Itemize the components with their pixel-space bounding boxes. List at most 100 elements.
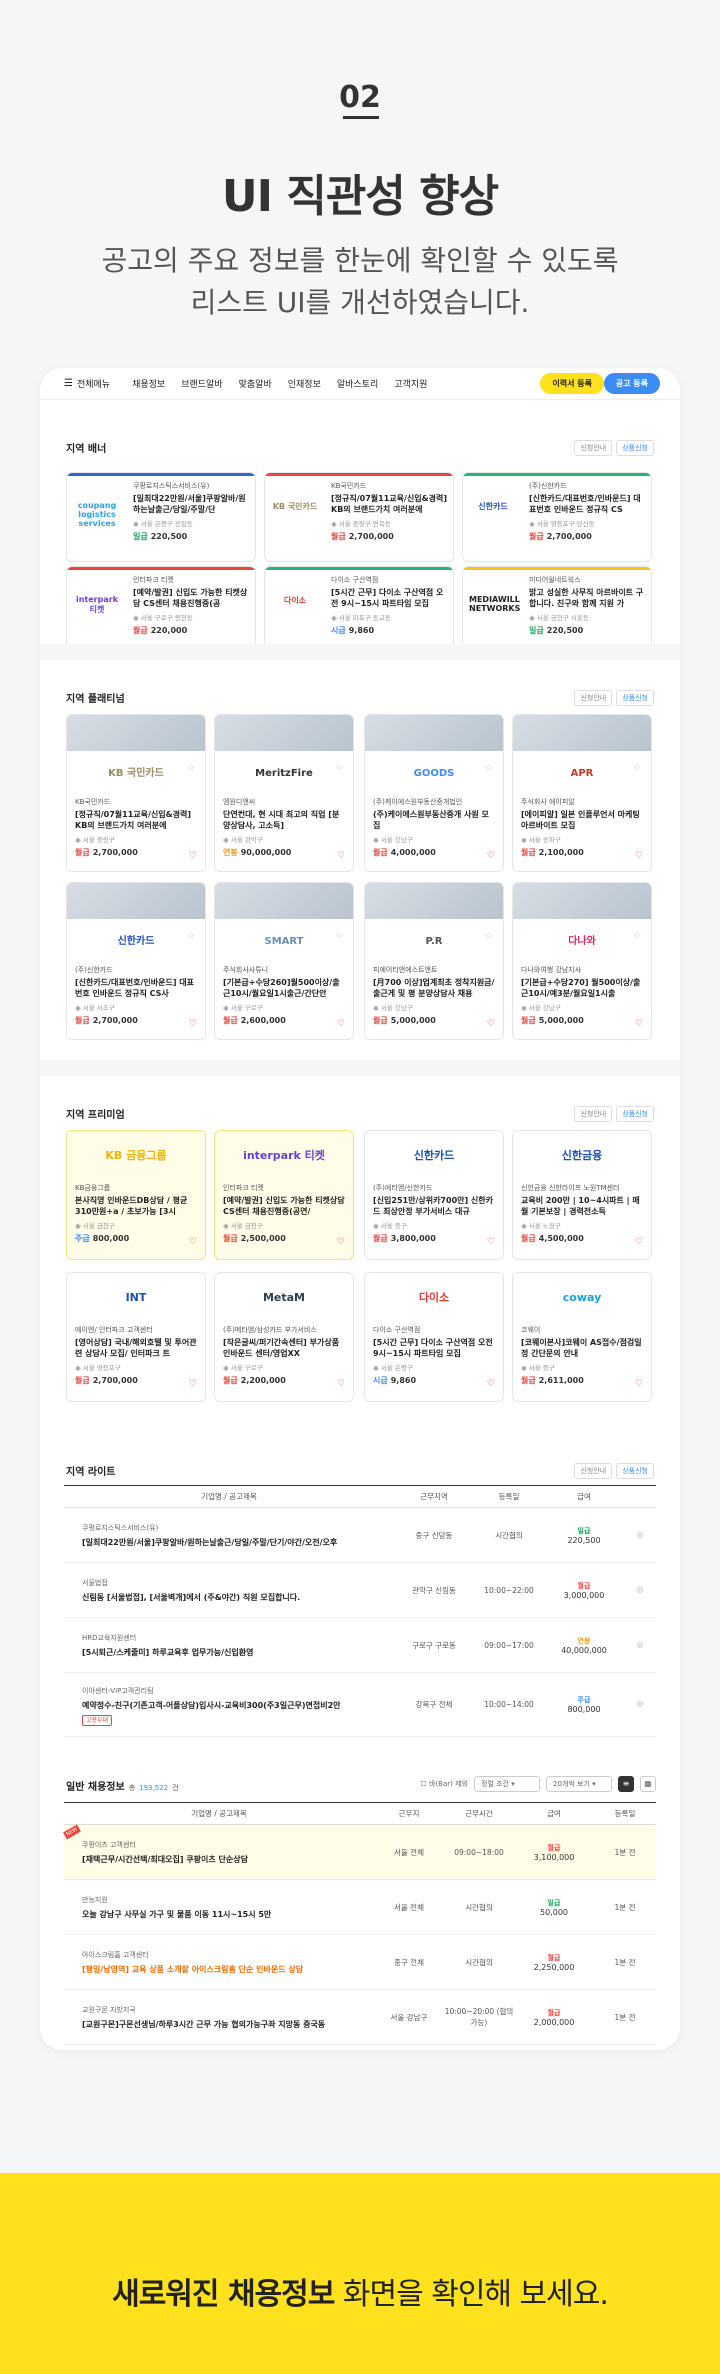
- star-icon[interactable]: ☆: [485, 763, 493, 773]
- lite-table-row[interactable]: HRD교육지원센터 [5시퇴근/스케줄미] 하루교육후 업무가능/신입환영 구로…: [64, 1617, 656, 1673]
- job-title[interactable]: [신한카드/대표번호/인바운드] 대표번호 인바운드 정규직 CS: [529, 493, 645, 515]
- job-title[interactable]: 교육비 200만 | 10~4시파트 | 매월 기본보장 | 경력전소득: [521, 1195, 643, 1217]
- platinum-card[interactable]: SMART ☆ 주식회사사튜니 [기본급+수당260]월500이상/출근10시/…: [214, 882, 354, 1040]
- heart-icon[interactable]: ♡: [635, 1019, 643, 1029]
- banner-card[interactable]: MEDIAWILL NETWORKS 미디어윌네트웍스 밝고 성실한 사무직 아…: [462, 566, 652, 656]
- general-table-row[interactable]: 교원구몬 지방지국 [교원구몬]구몬선생님/하루3시간 근무 가능 협의가능구좌…: [64, 1989, 656, 2045]
- register-resume-button[interactable]: 이력서 등록: [540, 373, 604, 394]
- heart-icon[interactable]: ♡: [635, 1237, 643, 1247]
- job-title[interactable]: [영어상담] 국내/해외호텔 및 투어관련 상담사 모집/ 인터파크 트: [75, 1337, 197, 1359]
- nav-item-custom[interactable]: 맞춤알바: [239, 377, 272, 390]
- job-title[interactable]: [기본급+수당260]월500이상/출근10시/월요일1시출근/간단안: [223, 977, 345, 999]
- heart-icon[interactable]: ♡: [635, 851, 643, 861]
- job-title[interactable]: [에이피알] 일본 인플루언서 마케팅 아르바이트 모집: [521, 809, 643, 831]
- job-title[interactable]: 본사직영 인바운드DB상담 / 평균310만원+a / 초보가능 [3시: [75, 1195, 197, 1217]
- banner-card[interactable]: 신한카드 (주)신한카드 [신한카드/대표번호/인바운드] 대표번호 인바운드 …: [462, 472, 652, 562]
- star-icon[interactable]: ☆: [633, 763, 641, 773]
- job-title[interactable]: [일최대22만원/서울]쿠팡알바/원하는날출근/당일/주말/단: [133, 493, 249, 515]
- heart-icon[interactable]: ♡: [189, 851, 197, 861]
- job-title[interactable]: [코웨이본사]코웨이 AS접수/점검일정 간단문의 안내: [521, 1337, 643, 1359]
- apply-info-button[interactable]: 신청안내: [574, 1463, 613, 1479]
- nav-item-talent[interactable]: 인재정보: [288, 377, 321, 390]
- per-page-select[interactable]: 20개씩 보기 ▾: [546, 1776, 612, 1792]
- star-icon[interactable]: ☆: [187, 763, 195, 773]
- apply-info-button[interactable]: 신청안내: [574, 690, 613, 706]
- platinum-card[interactable]: KB 국민카드 ☆ KB국민카드 [정규직/07월11교육/신입&경력] KB의…: [66, 714, 206, 872]
- sort-select[interactable]: 정렬 조건 ▾: [474, 1776, 540, 1792]
- job-title[interactable]: [예약/발권] 신입도 가능한 티켓상담 CS센터 채용진행중(공연/: [223, 1195, 345, 1217]
- lite-table-row[interactable]: 서울법접 신림동 [서울법접], [서울벽개]에서 (주&야간) 직원 모집합니…: [64, 1562, 656, 1618]
- nav-item-story[interactable]: 알바스토리: [337, 377, 378, 390]
- heart-icon[interactable]: ♡: [337, 1019, 345, 1029]
- premium-card[interactable]: interpark 티켓 인터파크 티켓 [예약/발권] 신입도 가능한 티켓상…: [214, 1130, 354, 1260]
- nav-item-support[interactable]: 고객지원: [394, 377, 427, 390]
- heart-icon[interactable]: ♡: [337, 851, 345, 861]
- star-icon[interactable]: ☆: [335, 931, 343, 941]
- job-title[interactable]: [재택근무/시간선택/최대오집] 쿠팡이츠 단순상담: [82, 1854, 374, 1865]
- star-icon[interactable]: ☆: [485, 931, 493, 941]
- job-title[interactable]: [예약/발권] 신입도 가능한 티켓상담 CS센터 채용진행중(공: [133, 587, 249, 609]
- premium-card[interactable]: INT 에이엔/ 인터파크 고객센터 [영어상담] 국내/해외호텔 및 투어관련…: [66, 1272, 206, 1402]
- job-title[interactable]: [일최대22만원/서울]쿠팡알바/원하는날출근/당일/주말/단기/야간/오전/오…: [82, 1537, 394, 1548]
- product-apply-button[interactable]: 상품신청: [616, 1106, 654, 1122]
- product-apply-button[interactable]: 상품신청: [616, 690, 654, 706]
- exclude-bar-checkbox[interactable]: ☐ 바(Bar) 제외: [421, 1779, 469, 1789]
- job-title[interactable]: [5시퇴근/스케줄미] 하루교육후 업무가능/신입환영: [82, 1647, 394, 1658]
- heart-icon[interactable]: ♡: [337, 1237, 345, 1247]
- heart-icon[interactable]: ♡: [487, 1019, 495, 1029]
- job-title[interactable]: [신한카드/대표번호/인바운드] 대표번호 인바운드 정규직 CS사: [75, 977, 197, 999]
- nav-all-menu[interactable]: 전체메뉴: [77, 377, 110, 390]
- nav-item-jobs[interactable]: 채용정보: [132, 377, 165, 390]
- star-icon[interactable]: ☆: [187, 931, 195, 941]
- nav-item-brand[interactable]: 브랜드알바: [181, 377, 222, 390]
- heart-icon[interactable]: ♡: [487, 851, 495, 861]
- job-title[interactable]: 예약정수-친구(기존고객-어플상담)입사시-교육비300(주3일근무)면접비2만: [82, 1700, 394, 1711]
- platinum-card[interactable]: MeritzFire ☆ 엠원디앤씨 단연컨대, 현 시대 최고의 직업 [분양…: [214, 714, 354, 872]
- platinum-card[interactable]: P.R ☆ 피에이티앤에스트앤트 [月700 이상]업계최초 정착지원금/출근게…: [364, 882, 504, 1040]
- product-apply-button[interactable]: 상품신청: [616, 440, 654, 456]
- platinum-card[interactable]: GOODS ☆ (주)케이에스원부동산중개법인 (주)케이에스원부동산중개 사원…: [364, 714, 504, 872]
- heart-icon[interactable]: ♡: [189, 1379, 197, 1389]
- premium-card[interactable]: 신한금융 신한금융 신한라이프 노원TM센터 교육비 200만 | 10~4시파…: [512, 1130, 652, 1260]
- apply-info-button[interactable]: 신청안내: [574, 440, 613, 456]
- scrap-icon[interactable]: ⊕: [636, 1585, 644, 1596]
- heart-icon[interactable]: ♡: [487, 1379, 495, 1389]
- product-apply-button[interactable]: 상품신청: [616, 1463, 654, 1479]
- hamburger-menu-icon[interactable]: ☰: [64, 378, 73, 389]
- heart-icon[interactable]: ♡: [635, 1379, 643, 1389]
- general-table-row[interactable]: NEW 쿠팡이츠 고객센터 [재택근무/시간선택/최대오집] 쿠팡이츠 단순상담…: [63, 1824, 656, 1880]
- list-view-icon[interactable]: ≡: [618, 1776, 634, 1792]
- premium-card[interactable]: 신한카드 (주)에티엠/신한카드 [신입251만/상위카700만] 신한카드 최…: [364, 1130, 504, 1260]
- general-table-row[interactable]: 아이스크림홈 고객센터 [평일/남영역] 교육 상품 소개할 아이스크림홈 단순…: [64, 1934, 656, 1990]
- platinum-card[interactable]: 다나와 ☆ 다나와여행 강남지사 [기본급+수당270] 월500이상/출근10…: [512, 882, 652, 1040]
- job-title[interactable]: [신입251만/상위카700만] 신한카드 최상안정 부가서비스 대규: [373, 1195, 495, 1217]
- scrap-icon[interactable]: ⊕: [636, 1699, 644, 1710]
- premium-card[interactable]: KB 금융그룹 KB금융그룹 본사직영 인바운드DB상담 / 평균310만원+a…: [66, 1130, 206, 1260]
- banner-card[interactable]: KB 국민카드 KB국민카드 [정규직/07월11교육/신입&경력] KB의 브…: [264, 472, 454, 562]
- apply-info-button[interactable]: 신청안내: [574, 1106, 613, 1122]
- job-title[interactable]: 신림동 [서울법접], [서울벽개]에서 (주&야간) 직원 모집합니다.: [82, 1592, 394, 1603]
- job-title[interactable]: [교원구몬]구몬선생님/하루3시간 근무 가능 협의가능구좌 지망동 중국동: [82, 2019, 374, 2030]
- heart-icon[interactable]: ♡: [487, 1237, 495, 1247]
- job-title[interactable]: [기본급+수당270] 월500이상/출근10시/예3분/월요일1시출: [521, 977, 643, 999]
- premium-card[interactable]: MetaM (주)메타엠/삼성카드 부가서비스 [작은글씨/퍼기간속센터] 부가…: [214, 1272, 354, 1402]
- lite-table-row[interactable]: 쿠팡로지스틱스서비스(유) [일최대22만원/서울]쿠팡알바/원하는날출근/당일…: [64, 1507, 656, 1563]
- scrap-icon[interactable]: ⊕: [636, 1530, 644, 1541]
- job-title[interactable]: [5시간 근무] 다이소 구산역점 오전 9시~15시 파트타임 모집: [373, 1337, 495, 1359]
- banner-card[interactable]: 다이소 다이소 구산역점 [5시간 근무] 다이소 구산역점 오전 9시~15시…: [264, 566, 454, 656]
- job-title[interactable]: [정규직/07월11교육/신입&경력] KB의 브랜드가치 여러분에: [75, 809, 197, 831]
- general-table-row[interactable]: 만능지원 오늘 강남구 사무실 가구 및 물품 이동 11시~15시 5만 서울…: [64, 1879, 656, 1935]
- scrap-icon[interactable]: ⊕: [636, 1640, 644, 1651]
- platinum-card[interactable]: APR ☆ 주식회사 에이피알 [에이피알] 일본 인플루언서 마케팅 아르바이…: [512, 714, 652, 872]
- premium-card[interactable]: 다이소 다이소 구산역점 [5시간 근무] 다이소 구산역점 오전 9시~15시…: [364, 1272, 504, 1402]
- job-title[interactable]: [평일/남영역] 교육 상품 소개할 아이스크림홈 단순 인바운드 상담: [82, 1964, 374, 1975]
- job-title[interactable]: [月700 이상]업계최초 정착지원금/출근게 및 평 분양상담사 채용: [373, 977, 495, 999]
- register-job-button[interactable]: 공고 등록: [603, 373, 660, 394]
- star-icon[interactable]: ☆: [633, 931, 641, 941]
- job-title[interactable]: 단연컨대, 현 시대 최고의 직업 [분양상담사, 고소득]: [223, 809, 345, 831]
- heart-icon[interactable]: ♡: [189, 1237, 197, 1247]
- lite-table-row[interactable]: 이아센터-VIP고객관리팀 예약정수-친구(기존고객-어플상담)입사시-교육비3…: [64, 1672, 656, 1737]
- job-title[interactable]: (주)케이에스원부동산중개 사원 모집: [373, 809, 495, 831]
- platinum-card[interactable]: 신한카드 ☆ (주)신한카드 [신한카드/대표번호/인바운드] 대표번호 인바운…: [66, 882, 206, 1040]
- grid-view-icon[interactable]: ▦: [640, 1776, 656, 1792]
